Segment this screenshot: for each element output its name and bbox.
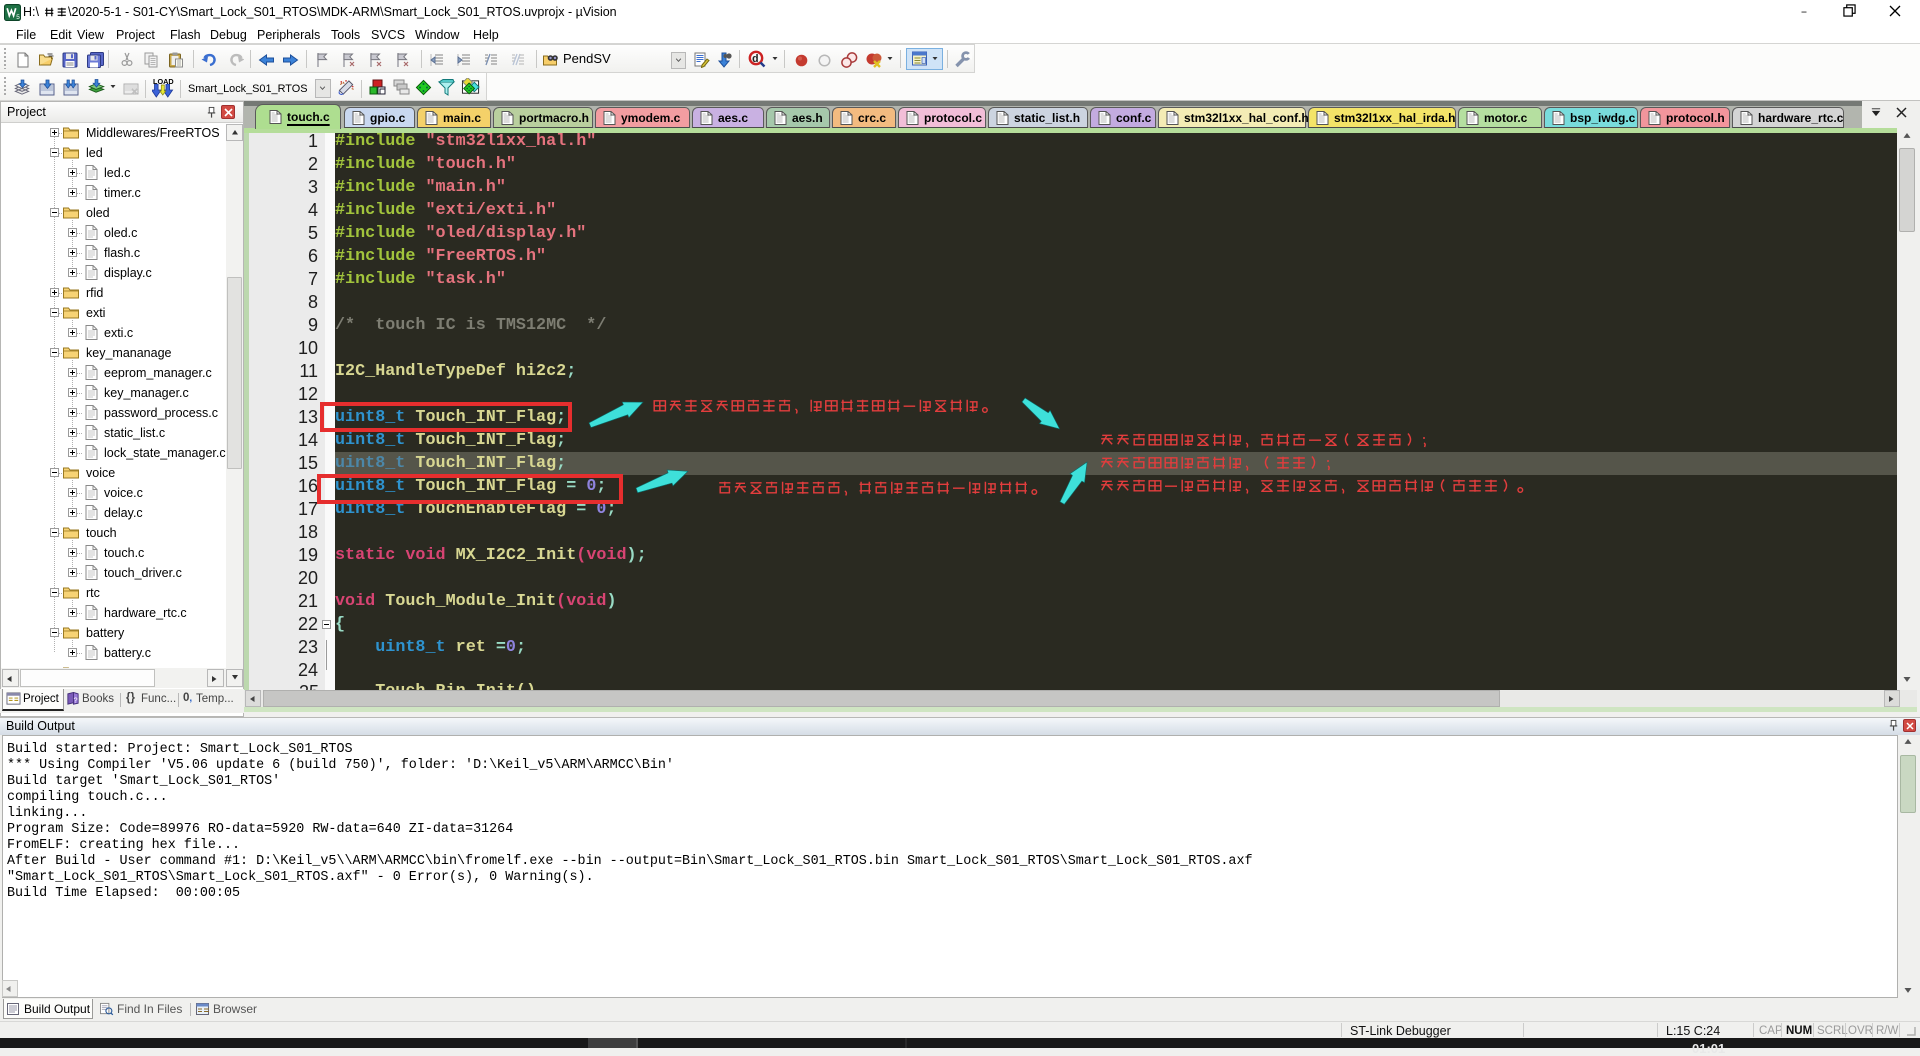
svg-text:5: 5 xyxy=(16,14,20,21)
svg-text:d: d xyxy=(752,54,759,66)
svg-text:?: ? xyxy=(73,695,77,704)
